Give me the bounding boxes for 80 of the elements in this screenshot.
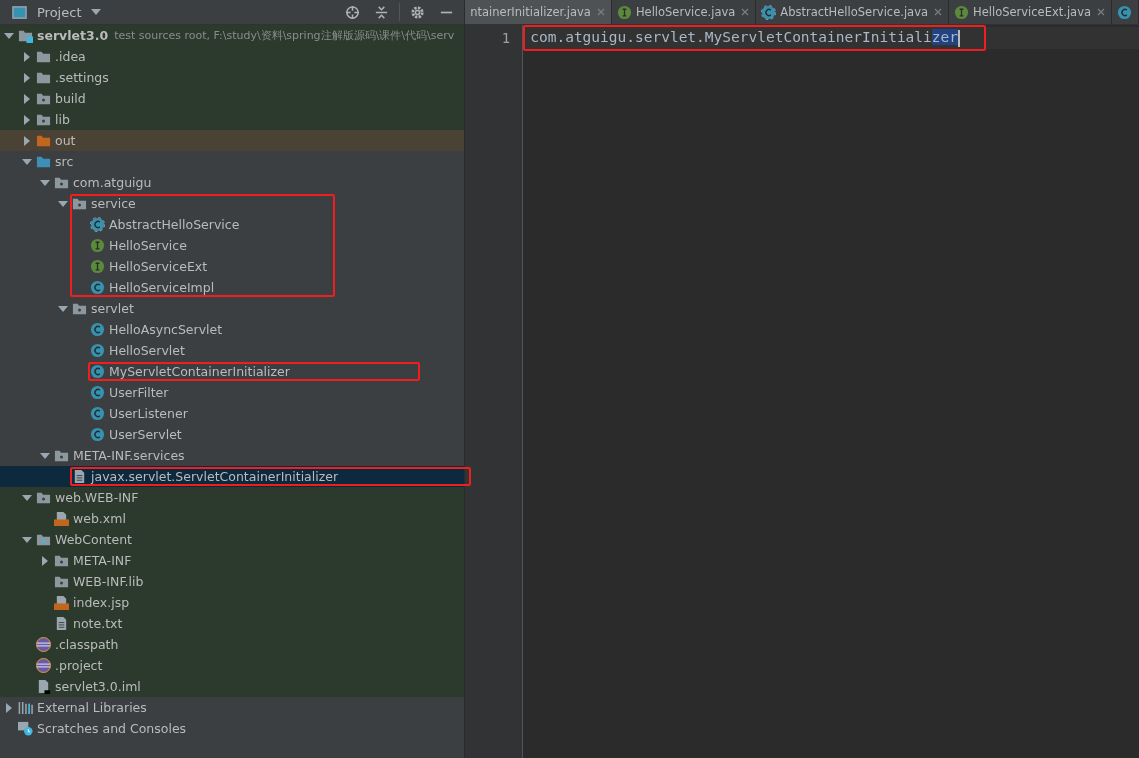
tree-item[interactable]: .settings: [0, 67, 465, 88]
tree-item-label: out: [55, 133, 76, 148]
tree-item[interactable]: note.txt: [0, 613, 465, 634]
tree-item-label: servlet3.0: [37, 28, 109, 43]
tree-item[interactable]: .project: [0, 655, 465, 676]
editor-tab[interactable]: HelloService.java: [611, 0, 757, 24]
editor-tab[interactable]: HelloServiceExt.java: [949, 0, 1112, 24]
tree-item[interactable]: build: [0, 88, 465, 109]
expand-arrow-icon[interactable]: [40, 555, 50, 566]
tree-item-label: HelloServlet: [109, 343, 185, 358]
tree-item-label: MyServletContainerInitializer: [109, 364, 290, 379]
tree-item-label: lib: [55, 112, 70, 127]
close-icon[interactable]: [741, 8, 750, 16]
expand-arrow-icon[interactable]: [22, 135, 32, 146]
tree-item-label: src: [55, 154, 74, 169]
collapse-arrow-icon[interactable]: [40, 177, 50, 188]
tree-item[interactable]: servlet3.0.iml: [0, 676, 465, 697]
collapse-arrow-icon[interactable]: [58, 198, 68, 209]
tree-item-label: HelloServiceImpl: [109, 280, 215, 295]
close-icon[interactable]: [1097, 8, 1105, 16]
line-number: 1: [500, 29, 512, 48]
tree-item[interactable]: META-INF: [0, 550, 465, 571]
tree-item-label: AbstractHelloService: [109, 217, 240, 232]
locate-icon[interactable]: [345, 4, 361, 20]
dropdown-caret-icon[interactable]: [91, 9, 102, 15]
tree-item-label: External Libraries: [37, 700, 147, 715]
path-hint: test sources root, F:\study\资料\spring注解版源码\课件\代码\serv: [114, 28, 455, 43]
tree-item-label: build: [55, 91, 86, 106]
close-icon[interactable]: [934, 8, 942, 16]
panel-title[interactable]: Project: [37, 4, 82, 20]
editor-tab[interactable]: ntainerInitializer.java: [465, 0, 612, 24]
tree-item-label: .settings: [55, 70, 109, 85]
tree-item-label: META-INF: [73, 553, 132, 568]
tree-item-label: HelloService: [109, 238, 187, 253]
collapse-arrow-icon[interactable]: [58, 303, 68, 314]
tree-item-label: com.atguigu: [73, 175, 152, 190]
editor-tab[interactable]: AbstractHelloService.java: [756, 0, 949, 24]
tree-item-label: .project: [55, 658, 103, 673]
tree-item-label: service: [91, 196, 136, 211]
tree-item-label: web.WEB-INF: [55, 490, 139, 505]
settings-icon[interactable]: [410, 4, 426, 20]
tree-item[interactable]: lib: [0, 109, 465, 130]
tree-item-label: note.txt: [73, 616, 123, 631]
tree-item-label: servlet: [91, 301, 134, 316]
tree-item[interactable]: servlet3.0 test sources root, F:\study\资料\spring注解版源码\课件\代码\serv: [0, 25, 465, 46]
tree-item-label: META-INF.services: [73, 448, 185, 463]
tree-item[interactable]: web.xml: [0, 508, 465, 529]
tree-item-label: WebContent: [55, 532, 132, 547]
expand-arrow-icon[interactable]: [22, 72, 32, 83]
tree-item[interactable]: index.jsp: [0, 592, 465, 613]
expand-arrow-icon[interactable]: [22, 114, 32, 125]
tree-item-label: WEB-INF.lib: [73, 574, 144, 589]
tree-item-label: UserServlet: [109, 427, 182, 442]
tree-item-label: .classpath: [55, 637, 119, 652]
tree-item-label: Scratches and Consoles: [37, 721, 187, 736]
tree-item-label: UserListener: [109, 406, 188, 421]
tree-item-label: HelloAsyncServlet: [109, 322, 223, 337]
expand-arrow-icon[interactable]: [22, 51, 32, 62]
tree-item[interactable]: WebContent: [0, 529, 465, 550]
tree-item-label: index.jsp: [73, 595, 130, 610]
tree-item-label: UserFilter: [109, 385, 169, 400]
tree-item[interactable]: .classpath: [0, 634, 465, 655]
tree-item-label: servlet3.0.iml: [55, 679, 141, 694]
collapse-arrow-icon[interactable]: [4, 30, 14, 41]
tree-item[interactable]: .idea: [0, 46, 465, 67]
collapse-arrow-icon[interactable]: [40, 450, 50, 461]
tree-item-label: web.xml: [73, 511, 126, 526]
tree-item[interactable]: out: [0, 130, 465, 151]
collapse-arrow-icon[interactable]: [22, 492, 32, 503]
tree-item[interactable]: web.WEB-INF: [0, 487, 465, 508]
collapse-arrow-icon[interactable]: [22, 534, 32, 545]
tree-item-label: .idea: [55, 49, 86, 64]
tree-item-label: HelloServiceExt: [109, 259, 208, 274]
tree-item[interactable]: WEB-INF.lib: [0, 571, 465, 592]
collapse-all-icon[interactable]: [374, 4, 390, 20]
tree-item-label: javax.servlet.ServletContainerInitializer: [91, 469, 339, 484]
collapse-arrow-icon[interactable]: [22, 156, 32, 167]
window-icon: [12, 4, 27, 20]
expand-arrow-icon[interactable]: [22, 93, 32, 104]
expand-arrow-icon[interactable]: [4, 702, 14, 713]
